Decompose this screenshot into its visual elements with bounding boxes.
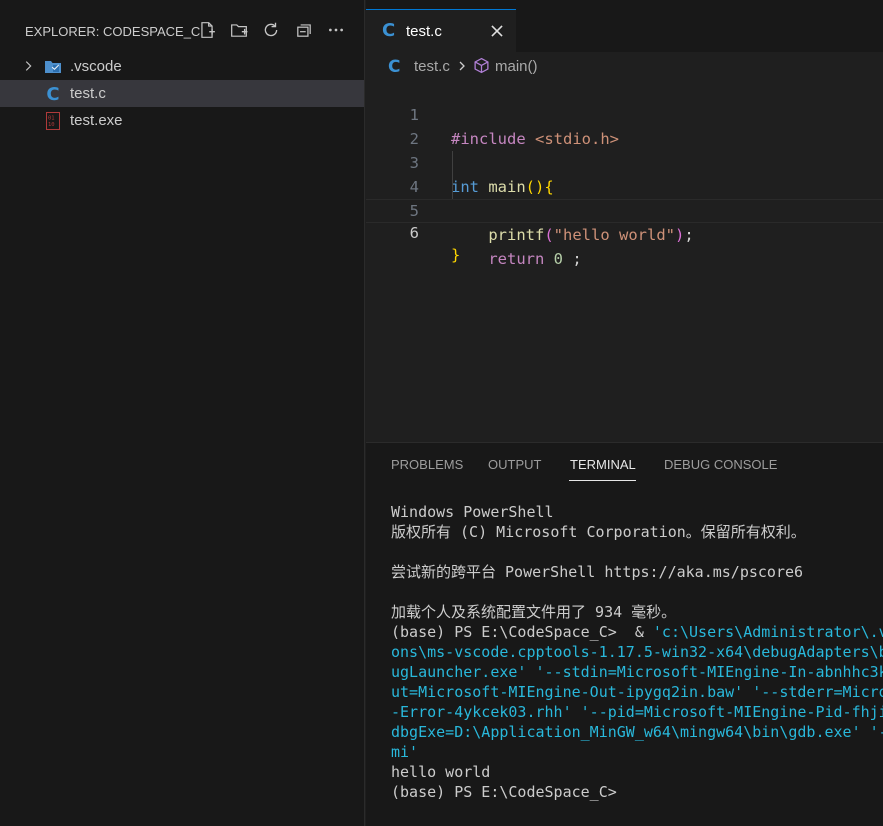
- terminal-line: Windows PowerShell: [391, 503, 554, 521]
- vscode-folder-icon: [44, 58, 62, 76]
- code-text: return 0 ;: [488, 250, 582, 268]
- svg-text:01: 01: [48, 116, 55, 122]
- terminal-line: -Error-4ykcek03.rhh' '--pid=Microsoft-MI…: [391, 703, 883, 721]
- method-cube-icon: [474, 57, 489, 74]
- indent-guide: [452, 151, 453, 175]
- code-line: 5 return 0 ;: [366, 175, 883, 268]
- tree-item-test-exe[interactable]: 01 10 test.exe: [0, 107, 364, 134]
- binary-file-icon: 01 10: [44, 112, 62, 130]
- line-number: 6: [409, 224, 419, 242]
- editor-tab-test-c[interactable]: C test.c: [366, 9, 516, 52]
- code-editor[interactable]: 1 #include <stdio.h> 2 3 int main(){ 4 p…: [366, 79, 883, 268]
- terminal-line: dbgExe=D:\Application_MinGW_w64\mingw64\…: [391, 723, 883, 741]
- code-line: 1 #include <stdio.h>: [366, 79, 883, 148]
- c-file-icon: C: [388, 57, 401, 77]
- terminal-line: 加载个人及系统配置文件用了 934 毫秒。: [391, 603, 677, 621]
- more-icon[interactable]: [325, 19, 347, 41]
- tree-item-label: test.exe: [70, 112, 123, 129]
- chevron-right-icon: [459, 61, 465, 71]
- editor-area: C test.c C test.c main() 1 #include <std…: [366, 0, 883, 442]
- close-icon[interactable]: [488, 22, 506, 40]
- c-file-icon: C: [382, 20, 396, 41]
- tab-problems[interactable]: PROBLEMS: [391, 457, 463, 472]
- tab-output[interactable]: OUTPUT: [488, 457, 541, 472]
- code-line: 2: [366, 103, 883, 148]
- terminal-line: 版权所有 (C) Microsoft Corporation。保留所有权利。: [391, 523, 806, 541]
- bottom-panel: PROBLEMS OUTPUT TERMINAL DEBUG CONSOLE W…: [366, 442, 883, 826]
- collapse-all-icon[interactable]: [293, 19, 315, 41]
- code-line: 4 printf("hello world");: [366, 151, 883, 244]
- tree-item-label: test.c: [70, 85, 106, 102]
- panel-tabs: PROBLEMS OUTPUT TERMINAL DEBUG CONSOLE: [366, 443, 883, 483]
- terminal-prompt: (base) PS E:\CodeSpace_C> &: [391, 623, 653, 641]
- terminal-output[interactable]: Windows PowerShell 版权所有 (C) Microsoft Co…: [391, 502, 883, 802]
- explorer-header: EXPLORER: CODESPACE_C: [0, 10, 365, 50]
- tree-item-vscode[interactable]: .vscode: [0, 53, 364, 80]
- terminal-line: ugLauncher.exe' '--stdin=Microsoft-MIEng…: [391, 663, 883, 681]
- tab-label: test.c: [406, 23, 442, 40]
- file-tree: .vscode C test.c 01 10 test.exe: [0, 53, 364, 134]
- new-folder-icon[interactable]: [228, 19, 250, 41]
- c-file-icon: C: [46, 83, 60, 105]
- active-tab-indicator: [569, 480, 636, 481]
- breadcrumb-file[interactable]: test.c: [414, 58, 450, 75]
- terminal-line: ut=Microsoft-MIEngine-Out-ipygq2in.baw' …: [391, 683, 883, 701]
- tab-terminal[interactable]: TERMINAL: [570, 457, 636, 472]
- terminal-line: (base) PS E:\CodeSpace_C> & 'c:\Users\Ad…: [391, 622, 883, 642]
- code-text: printf("hello world");: [488, 226, 694, 244]
- terminal-line: (base) PS E:\CodeSpace_C>: [391, 783, 617, 801]
- breadcrumb-symbol[interactable]: main(): [495, 58, 538, 75]
- new-file-icon[interactable]: [196, 19, 218, 41]
- terminal-line: hello world: [391, 763, 491, 781]
- refresh-icon[interactable]: [260, 19, 282, 41]
- terminal-line: ons\ms-vscode.cpptools-1.17.5-win32-x64\…: [391, 643, 883, 661]
- tree-item-test-c[interactable]: C test.c: [0, 80, 364, 107]
- explorer-sidebar: EXPLORER: CODESPACE_C .vscode C test.c 0…: [0, 0, 365, 826]
- terminal-line: 尝试新的跨平台 PowerShell https://aka.ms/pscore…: [391, 563, 804, 581]
- explorer-title: EXPLORER: CODESPACE_C: [25, 24, 201, 39]
- indent-guide: [452, 175, 453, 199]
- code-line-current: 6 }: [366, 199, 883, 264]
- tab-debug-console[interactable]: DEBUG CONSOLE: [664, 457, 777, 472]
- breadcrumb: C test.c main(): [366, 56, 883, 78]
- code-line: 3 int main(){: [366, 127, 883, 196]
- terminal-line: mi': [391, 743, 419, 761]
- code-text: }: [451, 246, 461, 264]
- terminal-command: 'c:\Users\Administrator\.v: [652, 623, 883, 641]
- chevron-right-icon: [25, 61, 32, 71]
- svg-text:10: 10: [48, 122, 55, 128]
- tree-item-label: .vscode: [70, 58, 122, 75]
